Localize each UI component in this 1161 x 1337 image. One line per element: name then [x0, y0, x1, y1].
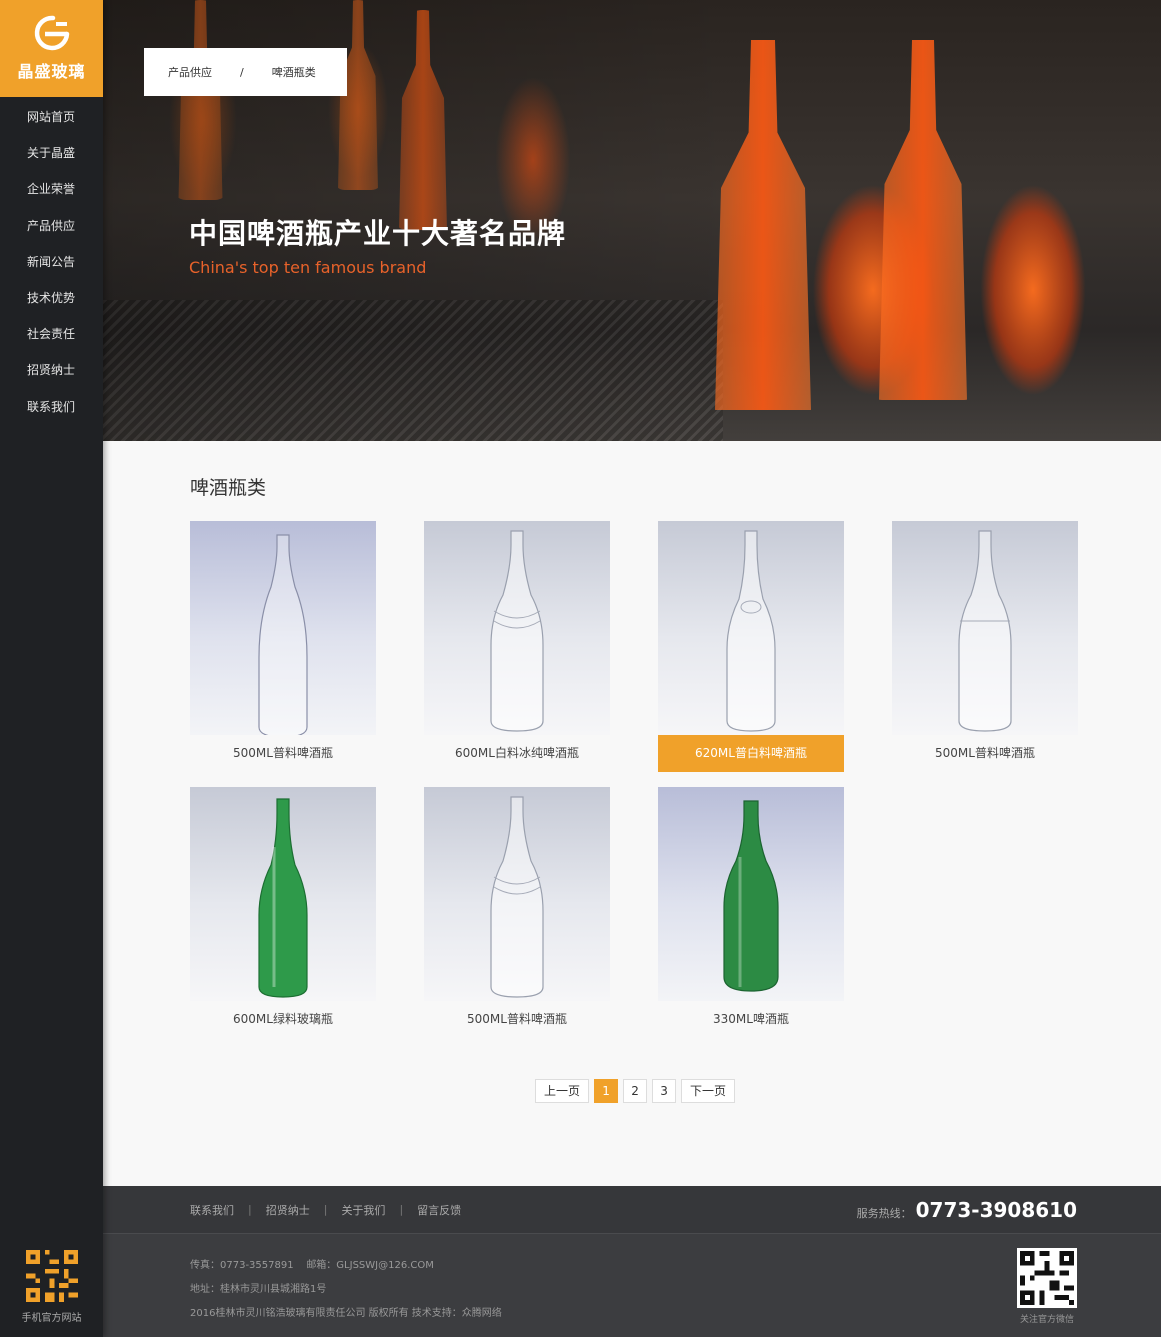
mobile-qr-code-icon [25, 1250, 78, 1302]
product-card[interactable]: 500ML普料啤酒瓶 [424, 787, 610, 1039]
footer-address: 地址：桂林市灵川县城湘路1号 [190, 1284, 327, 1295]
product-image[interactable] [424, 787, 610, 1001]
wechat-qr-caption: 关注官方微信 [1019, 1315, 1074, 1325]
footer: 联系我们 | 招贤纳士 | 关于我们 | 留言反馈 服务热线： 0773-390… [103, 1186, 1161, 1337]
footer-link-about[interactable]: 关于我们 [341, 1202, 385, 1218]
sidebar-item-contact[interactable]: 联系我们 [0, 389, 103, 425]
footer-email: 邮箱：GLJSSWJ@126.COM [306, 1260, 434, 1271]
breadcrumb: 产品供应 / 啤酒瓶类 [144, 48, 347, 96]
footer-link-separator: | [323, 1203, 328, 1216]
prev-page-button[interactable]: 上一页 [535, 1079, 590, 1103]
sidebar-item-about[interactable]: 关于晶盛 [0, 135, 103, 171]
sidebar-item-technology[interactable]: 技术优势 [0, 280, 103, 316]
section-title: 啤酒瓶类 [190, 477, 267, 499]
footer-copyright: 2016桂林市灵川铭浩玻璃有限责任公司 版权所有 技术支持：众腾网络 [190, 1308, 502, 1319]
product-image[interactable] [892, 521, 1078, 735]
sidebar-nav: 网站首页 关于晶盛 企业荣誉 产品供应 新闻公告 技术优势 社会责任 招贤纳士 … [0, 99, 103, 425]
page-1-button[interactable]: 1 [594, 1079, 619, 1103]
product-name[interactable]: 500ML普料啤酒瓶 [424, 1001, 610, 1038]
product-name[interactable]: 330ML啤酒瓶 [658, 1001, 844, 1038]
wechat-qr-code-icon [1017, 1248, 1077, 1308]
sidebar: 晶盛玻璃 网站首页 关于晶盛 企业荣誉 产品供应 新闻公告 技术优势 社会责任 … [0, 0, 103, 1337]
breadcrumb-separator: / [240, 65, 244, 79]
product-image[interactable] [190, 787, 376, 1001]
sidebar-item-home[interactable]: 网站首页 [0, 99, 103, 135]
product-card[interactable]: 620ML普白料啤酒瓶 [658, 521, 844, 773]
sidebar-item-honors[interactable]: 企业荣誉 [0, 171, 103, 207]
hotline-label: 服务热线： [856, 1207, 912, 1220]
product-name[interactable]: 620ML普白料啤酒瓶 [658, 735, 844, 772]
product-name[interactable]: 500ML普料啤酒瓶 [892, 735, 1078, 772]
footer-link-separator: | [248, 1203, 252, 1216]
wechat-qr: 关注官方微信 [1017, 1248, 1077, 1325]
product-name[interactable]: 600ML绿料玻璃瓶 [190, 1001, 376, 1038]
footer-fax: 传真：0773-3557891 [190, 1260, 294, 1271]
sidebar-item-news[interactable]: 新闻公告 [0, 244, 103, 280]
product-card[interactable]: 500ML普料啤酒瓶 [892, 521, 1078, 773]
product-card[interactable]: 500ML普料啤酒瓶 [190, 521, 376, 773]
product-card[interactable]: 600ML绿料玻璃瓶 [190, 787, 376, 1039]
footer-fax-email: 传真：0773-3557891 邮箱：GLJSSWJ@126.COM [190, 1254, 502, 1278]
product-card[interactable]: 600ML白料冰纯啤酒瓶 [424, 521, 610, 773]
page-3-button[interactable]: 3 [652, 1079, 677, 1103]
sidebar-item-products[interactable]: 产品供应 [0, 208, 103, 244]
footer-link-careers[interactable]: 招贤纳士 [266, 1202, 310, 1218]
page-2-button[interactable]: 2 [623, 1079, 648, 1103]
footer-nav-bar: 联系我们 | 招贤纳士 | 关于我们 | 留言反馈 服务热线： 0773-390… [103, 1186, 1161, 1234]
footer-link-separator: | [399, 1203, 404, 1216]
mobile-site-qr: 手机官方网站 [0, 1250, 103, 1325]
product-name[interactable]: 600ML白料冰纯啤酒瓶 [424, 735, 610, 772]
banner-title: 中国啤酒瓶产业十大著名品牌 [189, 217, 567, 250]
product-image[interactable] [658, 787, 844, 1001]
product-image[interactable] [190, 521, 376, 735]
mobile-qr-caption: 手机官方网站 [21, 1313, 82, 1324]
footer-link-feedback[interactable]: 留言反馈 [417, 1202, 461, 1218]
footer-info: 传真：0773-3557891 邮箱：GLJSSWJ@126.COM 地址：桂林… [190, 1254, 502, 1326]
logo-mark-icon [31, 14, 73, 52]
sidebar-item-careers[interactable]: 招贤纳士 [0, 352, 103, 388]
pagination: 上一页 1 2 3 下一页 [535, 1079, 736, 1103]
footer-link-contact[interactable]: 联系我们 [190, 1202, 234, 1218]
product-name[interactable]: 500ML普料啤酒瓶 [190, 735, 376, 772]
product-card[interactable]: 330ML啤酒瓶 [658, 787, 844, 1039]
logo[interactable]: 晶盛玻璃 [0, 0, 103, 97]
sidebar-item-responsibility[interactable]: 社会责任 [0, 316, 103, 352]
breadcrumb-parent[interactable]: 产品供应 [168, 64, 212, 80]
footer-links: 联系我们 | 招贤纳士 | 关于我们 | 留言反馈 [190, 1202, 461, 1218]
banner-subtitle: China's top ten famous brand [189, 258, 427, 277]
breadcrumb-current[interactable]: 啤酒瓶类 [272, 64, 316, 80]
logo-text: 晶盛玻璃 [17, 62, 86, 81]
product-image[interactable] [424, 521, 610, 735]
service-hotline: 服务热线： 0773-3908610 [857, 1198, 1077, 1222]
next-page-button[interactable]: 下一页 [681, 1079, 736, 1103]
product-image[interactable] [658, 521, 844, 735]
hotline-number: 0773-3908610 [915, 1198, 1077, 1222]
